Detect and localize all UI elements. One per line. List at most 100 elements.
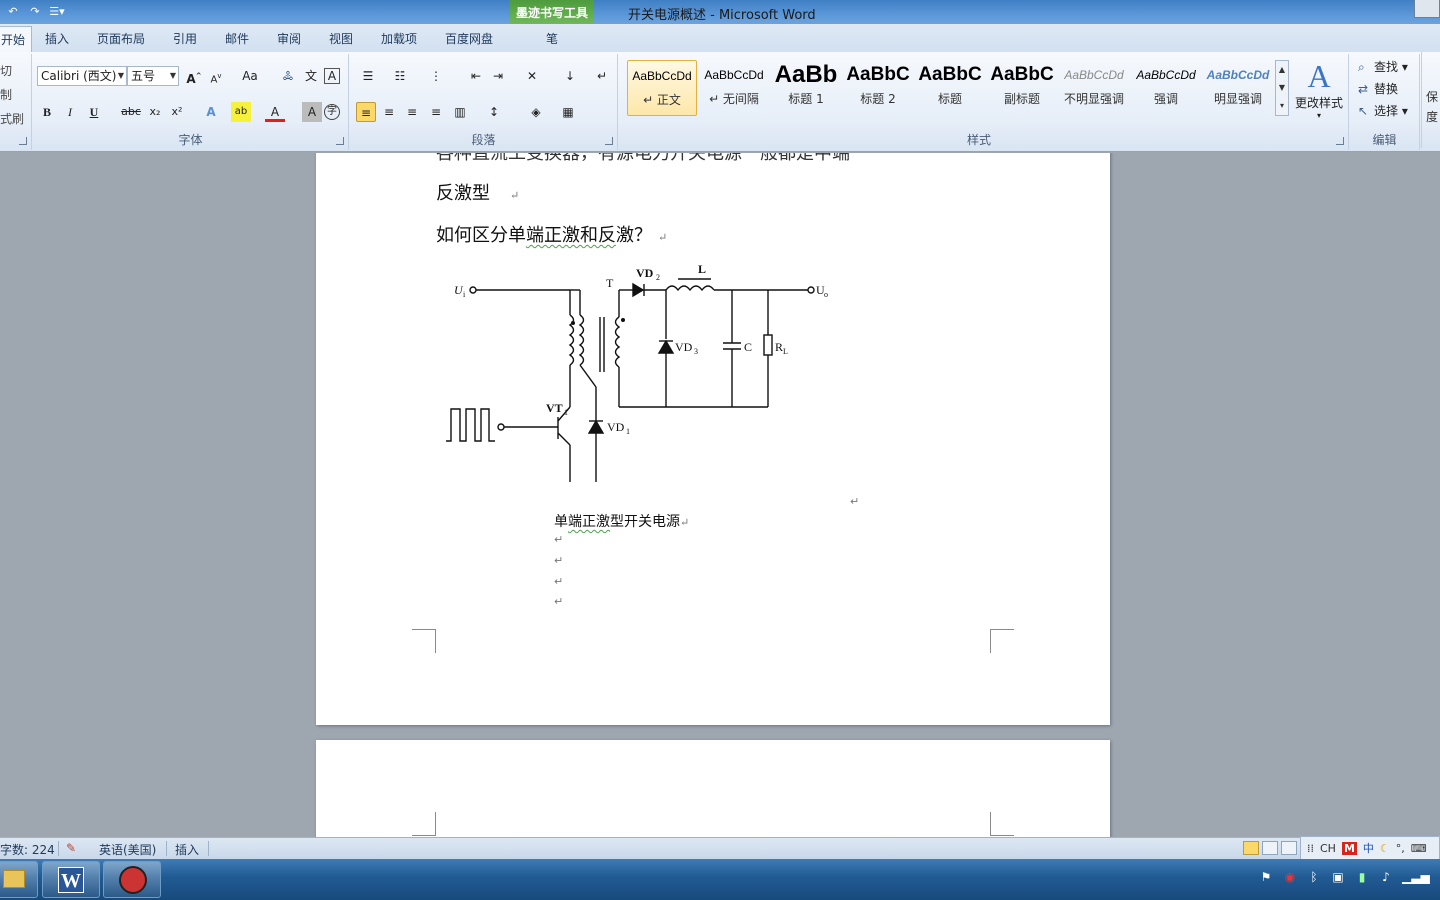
volume-icon[interactable]: ♪ — [1378, 869, 1394, 885]
style-emphasis[interactable]: AaBbCcDd 强调 — [1131, 60, 1201, 116]
copy-button[interactable]: 制 — [0, 86, 12, 103]
char-shading-icon[interactable]: A — [302, 102, 322, 122]
document-page[interactable]: 各种直流工变换器，有源电力开关电源一般都是中端 反激型 ↵ 如何区分单端正激和反激… — [316, 153, 1110, 725]
window-control-button[interactable] — [1414, 0, 1440, 18]
proofing-icon[interactable]: ✎ — [66, 841, 76, 855]
moon-icon[interactable]: ☾ — [1380, 842, 1390, 855]
word-taskbar-button[interactable]: W — [42, 861, 100, 898]
align-left-button[interactable]: ≡ — [356, 102, 376, 122]
document-area[interactable]: 各种直流工变换器，有源电力开关电源一般都是中端 反激型 ↵ 如何区分单端正激和反激… — [0, 153, 1440, 837]
security-icon[interactable]: ◉ — [1282, 869, 1298, 885]
style-intense-emphasis[interactable]: AaBbCcDd 明显强调 — [1203, 60, 1273, 116]
show-marks-icon[interactable]: ↵ — [592, 66, 612, 86]
font-size-select[interactable]: 五号 ▼ — [127, 66, 179, 86]
find-button[interactable]: ⌕ 查找 ▾ — [1358, 58, 1408, 75]
borders-icon[interactable]: ▦ — [558, 102, 578, 122]
flag-icon[interactable]: ⚑ — [1258, 869, 1274, 885]
styles-gallery-scroll[interactable]: ▲ ▼ ▾ — [1275, 60, 1289, 116]
shrink-font-button[interactable]: Av — [206, 66, 226, 86]
style-normal[interactable]: AaBbCcDd ↵ 正文 — [627, 60, 697, 116]
font-launcher-icon[interactable] — [336, 137, 344, 145]
justify-button[interactable]: ≡ — [426, 102, 446, 122]
tab-addins[interactable]: 加载项 — [381, 30, 417, 47]
tab-review[interactable]: 审阅 — [277, 30, 301, 47]
full-screen-view-icon[interactable] — [1262, 841, 1278, 855]
grow-font-button[interactable]: A^ — [184, 66, 204, 86]
style-title[interactable]: AaBbC 标题 — [915, 60, 985, 116]
increase-indent-icon[interactable]: ⇥ — [488, 66, 508, 86]
undo-icon[interactable]: ↶ — [4, 3, 22, 21]
tab-page-layout[interactable]: 页面布局 — [97, 30, 145, 47]
print-layout-view-icon[interactable] — [1243, 841, 1259, 855]
phonetic-guide-icon[interactable]: 文 — [301, 66, 321, 86]
app-taskbar-button[interactable] — [103, 861, 161, 898]
tab-view[interactable]: 视图 — [329, 30, 353, 47]
subscript-button[interactable]: x₂ — [145, 102, 165, 122]
decrease-indent-icon[interactable]: ⇤ — [466, 66, 486, 86]
bluetooth-icon[interactable]: ᛒ — [1306, 869, 1322, 885]
enclose-char-icon[interactable]: 字 — [324, 104, 340, 120]
style-heading-2[interactable]: AaBbC 标题 2 — [843, 60, 913, 116]
line-spacing-icon[interactable]: ↕ — [484, 102, 504, 122]
change-styles-button[interactable]: A 更改样式 ▾ — [1293, 58, 1345, 128]
web-layout-view-icon[interactable] — [1281, 841, 1297, 855]
customize-qat-icon[interactable]: ☰▾ — [48, 3, 66, 21]
redo-icon[interactable]: ↷ — [26, 3, 44, 21]
tab-home[interactable]: 开始 — [0, 26, 33, 52]
ime-mode[interactable]: 中 — [1363, 840, 1374, 856]
system-tray: ⚑ ◉ ᛒ ▣ ▮ ♪ ▁▃▅ — [1258, 869, 1430, 885]
shading-icon[interactable]: ◈ — [526, 102, 546, 122]
tab-mailings[interactable]: 邮件 — [225, 30, 249, 47]
italic-button[interactable]: I — [60, 102, 80, 122]
cut-button[interactable]: 切 — [0, 62, 12, 79]
numbering-icon[interactable]: ☷ — [390, 66, 410, 86]
font-family-select[interactable]: Calibri (西文) ▼ — [37, 66, 127, 86]
format-painter-button[interactable]: 式刷 — [0, 110, 24, 127]
ime-logo-icon[interactable]: M — [1341, 841, 1357, 855]
change-case-button[interactable]: Aa — [236, 66, 264, 86]
clear-format-icon[interactable]: ꔆ — [278, 66, 298, 86]
device-icon[interactable]: ▣ — [1330, 869, 1346, 885]
strikethrough-button[interactable]: abc — [119, 102, 143, 122]
multilevel-list-icon[interactable]: ⋮ — [426, 66, 446, 86]
save-label[interactable]: 保 — [1426, 88, 1438, 105]
network-icon[interactable]: ▁▃▅ — [1402, 869, 1430, 885]
battery-icon[interactable]: ▮ — [1354, 869, 1370, 885]
bold-button[interactable]: B — [37, 102, 57, 122]
sort-icon[interactable]: ↓ — [560, 66, 580, 86]
char-border-icon[interactable]: A — [324, 68, 340, 84]
align-center-button[interactable]: ≡ — [379, 102, 399, 122]
replace-button[interactable]: ⇄ 替换 — [1358, 80, 1398, 97]
insert-mode-indicator[interactable]: 插入 — [175, 841, 199, 858]
tab-pen[interactable]: 笔 — [510, 30, 594, 47]
select-button[interactable]: ↖ 选择 ▾ — [1358, 102, 1408, 119]
tab-references[interactable]: 引用 — [173, 30, 197, 47]
style-subtle-emphasis[interactable]: AaBbCcDd 不明显强调 — [1059, 60, 1129, 116]
ime-language[interactable]: CH — [1320, 842, 1336, 855]
style-subtitle[interactable]: AaBbC 副标题 — [987, 60, 1057, 116]
distribute-button[interactable]: ▥ — [450, 102, 470, 122]
tab-baidu-netdisk[interactable]: 百度网盘 — [445, 30, 493, 47]
document-page-2[interactable] — [316, 740, 1110, 837]
punctuation-icon[interactable]: °, — [1396, 842, 1405, 855]
explorer-taskbar-button[interactable] — [0, 861, 38, 898]
word-count[interactable]: 字数: 224 — [0, 841, 55, 858]
chinese-layout-icon[interactable]: ✕ — [522, 66, 542, 86]
language-indicator[interactable]: 英语(美国) — [99, 841, 156, 858]
text-effects-icon[interactable]: A — [201, 102, 221, 122]
paragraph-launcher-icon[interactable] — [605, 137, 613, 145]
keyboard-icon[interactable]: ⌨ — [1411, 842, 1427, 855]
styles-launcher-icon[interactable] — [1336, 137, 1344, 145]
font-color-icon[interactable]: A — [265, 102, 285, 122]
style-no-spacing[interactable]: AaBbCcDd ↵ 无间隔 — [699, 60, 769, 116]
tab-insert[interactable]: 插入 — [45, 30, 69, 47]
circuit-diagram[interactable]: U i U o T L C VD 2 VD 3 VD 1 VT 1 R L — [446, 257, 846, 482]
bullets-icon[interactable]: ☰ — [358, 66, 378, 86]
style-heading-1[interactable]: AaBb 标题 1 — [771, 60, 841, 116]
superscript-button[interactable]: x² — [167, 102, 187, 122]
align-right-button[interactable]: ≡ — [402, 102, 422, 122]
clipboard-launcher-icon[interactable] — [19, 137, 27, 145]
highlight-icon[interactable]: ab — [231, 102, 251, 122]
baidu-label[interactable]: 度 — [1426, 108, 1438, 125]
underline-button[interactable]: U — [84, 102, 104, 122]
